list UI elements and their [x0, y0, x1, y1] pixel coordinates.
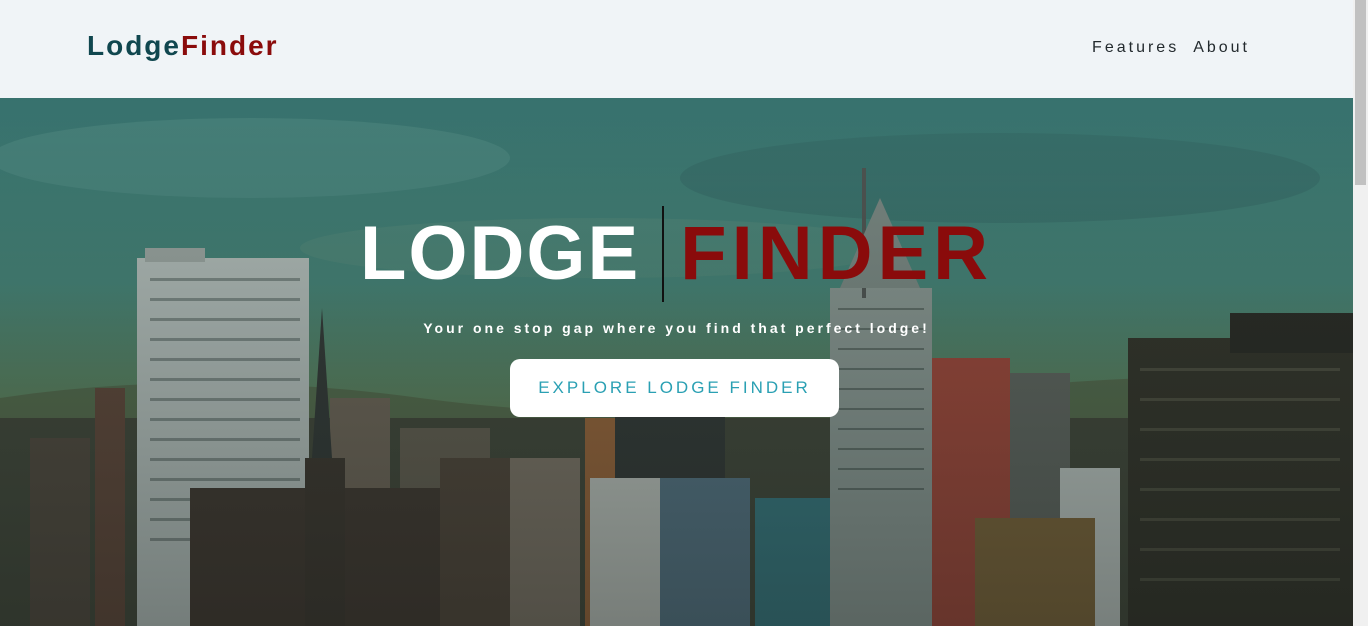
- logo[interactable]: LodgeFinder: [87, 30, 279, 62]
- hero-title-lodge: LODGE: [360, 206, 665, 302]
- explore-button[interactable]: EXPLORE LODGE FINDER: [510, 359, 839, 417]
- hero-tagline: Your one stop gap where you find that pe…: [423, 320, 930, 336]
- page: LodgeFinder Features About LODGE FINDER …: [0, 0, 1353, 626]
- nav-links: Features About: [1092, 39, 1250, 57]
- hero-title-finder: FINDER: [680, 211, 994, 296]
- hero-title: LODGE FINDER: [0, 206, 1353, 302]
- navbar: LodgeFinder Features About: [0, 0, 1353, 98]
- hero-content: LODGE FINDER Your one stop gap where you…: [0, 98, 1353, 626]
- nav-link-features[interactable]: Features: [1092, 39, 1179, 57]
- scrollbar-thumb[interactable]: [1355, 0, 1366, 185]
- logo-part-finder: Finder: [181, 30, 279, 61]
- hero-section: LODGE FINDER Your one stop gap where you…: [0, 98, 1353, 626]
- nav-link-about[interactable]: About: [1193, 39, 1250, 57]
- vertical-scrollbar[interactable]: [1353, 0, 1368, 626]
- logo-part-lodge: Lodge: [87, 30, 181, 61]
